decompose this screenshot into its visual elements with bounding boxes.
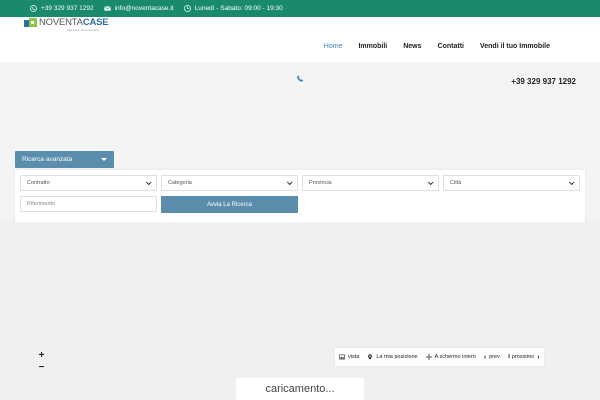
topbar-hours-text: Lunedì - Sabato: 09:00 - 19:30: [194, 5, 283, 12]
map-area[interactable]: [0, 222, 600, 400]
map-controls: vista La mia posizione A schermo intero …: [335, 348, 544, 366]
zoom-controls: + −: [35, 350, 48, 374]
fullscreen-button[interactable]: A schermo intero: [422, 348, 480, 366]
chevron-down-icon: [145, 179, 152, 186]
hero-phone-number[interactable]: +39 329 937 1292: [511, 77, 576, 86]
my-position-label: La mia posizione: [376, 354, 418, 360]
main-nav: Home Immobili News Contatti Vendi il tuo…: [324, 43, 550, 50]
topbar-phone[interactable]: +39 329 937 1292: [30, 5, 94, 12]
citta-select[interactable]: Città: [443, 175, 580, 191]
fullscreen-label: A schermo intero: [434, 354, 476, 360]
prev-label: prev: [489, 354, 500, 360]
top-info-bar: +39 329 937 1292 info@noventacase.it Lun…: [0, 0, 600, 17]
zoom-out-button[interactable]: −: [35, 362, 48, 374]
chevron-down-icon: [286, 179, 293, 186]
next-label: il prossimo: [507, 354, 535, 360]
image-icon: [339, 354, 345, 360]
my-position-button[interactable]: La mia posizione: [363, 348, 421, 366]
categoria-value: Categoria: [168, 180, 192, 186]
site-logo[interactable]: NOVENTACASE agenzia immobiliare: [24, 17, 109, 32]
nav-news[interactable]: News: [403, 43, 421, 50]
site-header: NOVENTACASE agenzia immobiliare Home Imm…: [0, 17, 600, 62]
view-button[interactable]: vista: [335, 348, 363, 366]
topbar-email-text: info@noventacase.it: [114, 5, 174, 12]
whatsapp-icon: [30, 5, 37, 12]
contratto-value: Contratto: [27, 180, 50, 186]
nav-contatti[interactable]: Contatti: [438, 43, 464, 50]
topbar-hours: Lunedì - Sabato: 09:00 - 19:30: [183, 5, 283, 12]
prev-button[interactable]: ‹ prev: [480, 348, 504, 366]
topbar-email[interactable]: info@noventacase.it: [103, 5, 174, 12]
chevron-down-icon: [568, 179, 575, 186]
advanced-search-toggle[interactable]: Ricerca avanzata: [15, 151, 114, 168]
map-pin-icon: [368, 354, 373, 360]
citta-value: Città: [450, 180, 462, 186]
next-button[interactable]: il prossimo ›: [504, 348, 544, 366]
view-label: vista: [348, 354, 360, 360]
provincia-select[interactable]: Provincia: [302, 175, 439, 191]
advanced-search-label: Ricerca avanzata: [22, 156, 73, 163]
chevron-left-icon: ‹: [483, 353, 487, 361]
caret-down-icon: [101, 158, 107, 161]
provincia-value: Provincia: [309, 180, 332, 186]
avvia-ricerca-button[interactable]: Avvia La Ricerca: [161, 196, 298, 213]
clock-icon: [183, 5, 191, 12]
logo-subtitle: agenzia immobiliare: [67, 28, 100, 32]
chevron-down-icon: [427, 179, 434, 186]
nav-home[interactable]: Home: [324, 43, 343, 50]
topbar-phone-text: +39 329 937 1292: [41, 5, 94, 12]
nav-immobili[interactable]: Immobili: [358, 43, 387, 50]
riferimento-input[interactable]: [20, 196, 157, 212]
nav-vendi[interactable]: Vendi il tuo Immobile: [480, 43, 550, 50]
categoria-select[interactable]: Categoria: [161, 175, 298, 191]
move-arrows-icon: [425, 354, 432, 360]
zoom-in-button[interactable]: +: [35, 350, 48, 362]
house-logo-icon: [24, 18, 37, 27]
logo-wordmark: NOVENTACASE: [39, 17, 109, 28]
phone-icon: [296, 70, 304, 82]
loading-indicator: caricamento...: [236, 378, 364, 400]
envelope-icon: [103, 6, 111, 11]
contratto-select[interactable]: Contratto: [20, 175, 157, 191]
search-panel: Contratto Categoria Provincia Città Avvi…: [15, 170, 585, 222]
chevron-right-icon: ›: [537, 353, 540, 361]
